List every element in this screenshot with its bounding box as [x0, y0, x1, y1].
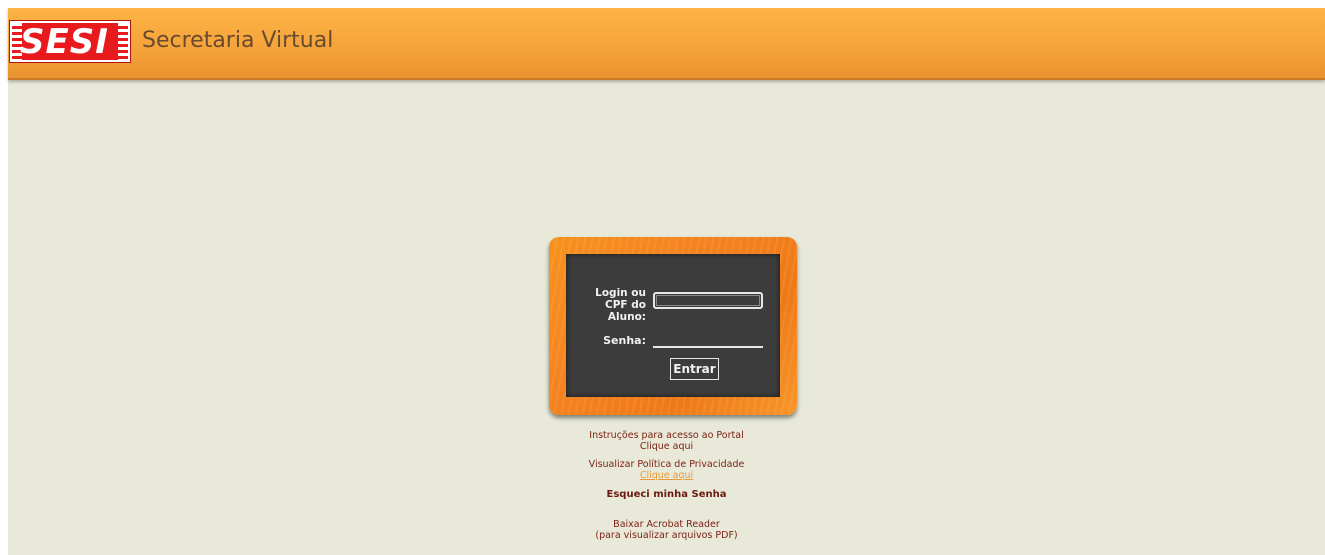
- password-input[interactable]: [653, 336, 763, 348]
- submit-button[interactable]: Entrar: [670, 358, 719, 380]
- login-slate: Login ou CPF do Aluno: Senha: Entrar: [566, 254, 780, 397]
- instructions-text: Instruções para acesso ao Portal: [589, 430, 744, 441]
- acrobat-subtext: (para visualizar arquivos PDF): [595, 530, 738, 541]
- logo-stripes-right: [118, 23, 128, 60]
- instructions-link[interactable]: Clique aqui: [8, 441, 1325, 452]
- login-input[interactable]: [653, 292, 763, 309]
- logo-text: SESI: [20, 22, 109, 62]
- login-label-line2: CPF do Aluno:: [605, 299, 646, 323]
- header-bar: SESI Secretaria Virtual: [8, 8, 1325, 80]
- instructions-block: Instruções para acesso ao Portal Clique …: [8, 430, 1325, 452]
- privacy-link[interactable]: Clique aqui: [8, 470, 1325, 481]
- login-label: Login ou CPF do Aluno:: [566, 287, 646, 323]
- privacy-block: Visualizar Política de Privacidade Cliqu…: [8, 459, 1325, 481]
- password-label: Senha:: [603, 334, 646, 347]
- forgot-password-link[interactable]: Esqueci minha Senha: [8, 489, 1325, 500]
- page-frame: SESI Secretaria Virtual Login ou CPF do …: [8, 8, 1325, 555]
- acrobat-block[interactable]: Baixar Acrobat Reader (para visualizar a…: [8, 519, 1325, 541]
- login-board-frame: Login ou CPF do Aluno: Senha: Entrar: [549, 237, 797, 415]
- acrobat-text[interactable]: Baixar Acrobat Reader: [8, 519, 1325, 530]
- app-title: Secretaria Virtual: [142, 28, 334, 53]
- privacy-text: Visualizar Política de Privacidade: [588, 459, 745, 470]
- sesi-logo: SESI: [9, 20, 131, 63]
- login-label-line1: Login ou: [595, 287, 646, 299]
